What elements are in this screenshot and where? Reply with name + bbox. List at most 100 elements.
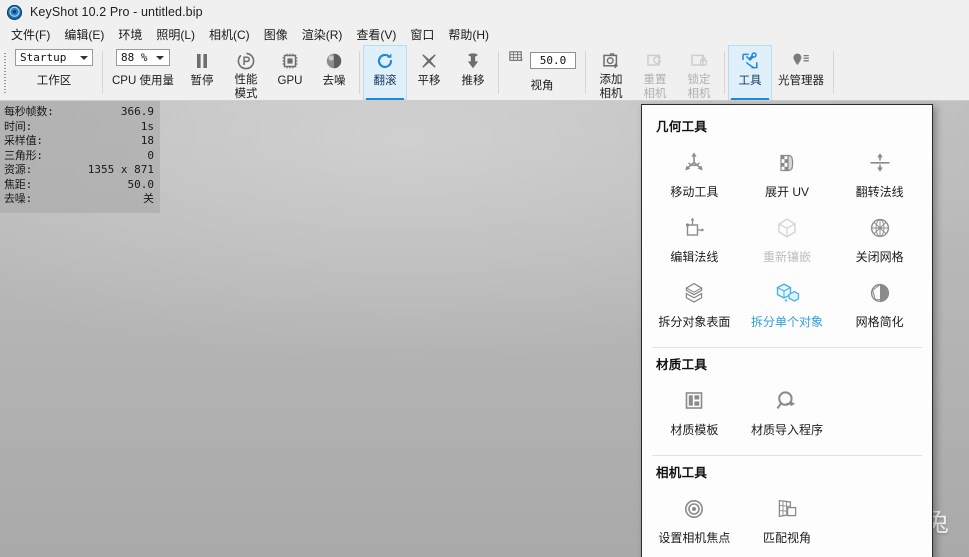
menu-file[interactable]: 文件(F) [4, 24, 57, 45]
tool-set-camera-focus[interactable]: 设置相机焦点 [648, 487, 741, 552]
tool-material-import-label: 材质导入程序 [750, 423, 823, 437]
toolbar-separator [832, 51, 834, 94]
performance-mode-label-line1: 性能 [234, 74, 258, 86]
workspace-selector[interactable]: Startup 工作区 [9, 45, 99, 100]
tool-edit-normals[interactable]: 编辑法线 [648, 206, 741, 271]
hud-row: 三角形: 0 [4, 149, 154, 164]
tool-match-perspective[interactable]: 匹配视角 [741, 487, 834, 552]
menu-lighting[interactable]: 照明(L) [149, 24, 202, 45]
cpu-usage-selector[interactable]: 88 % CPU 使用量 [106, 45, 180, 100]
split-single-object-icon [773, 278, 801, 308]
pan-icon [419, 49, 439, 73]
menu-help[interactable]: 帮助(H) [441, 24, 496, 45]
tool-flip-normals[interactable]: 翻转法线 [833, 141, 926, 206]
menu-window[interactable]: 窗口 [403, 24, 441, 45]
fov-grid-icon[interactable] [508, 49, 525, 71]
lock-camera-label-line2: 相机 [687, 87, 711, 100]
toolbar-separator [723, 51, 725, 94]
title-bar: KeyShot 10.2 Pro - untitled.bip [0, 0, 969, 24]
denoise-sphere-icon [324, 49, 344, 73]
keyshot-window: KeyShot 10.2 Pro - untitled.bip 文件(F) 编辑… [0, 0, 969, 557]
workspace-label: 工作区 [36, 75, 72, 87]
hud-key: 采样值: [4, 134, 43, 147]
tool-unwrap-uv-label: 展开 UV [764, 185, 809, 199]
add-camera-icon [601, 49, 621, 73]
chevron-down-icon[interactable] [77, 55, 90, 60]
tool-flip-normals-label: 翻转法线 [855, 185, 904, 199]
section-material-tools-title: 材质工具 [656, 358, 708, 372]
tool-split-object-surface[interactable]: 拆分对象表面 [648, 271, 741, 336]
dolly-button[interactable]: 推移 [451, 45, 495, 100]
hud-row: 去噪: 关 [4, 192, 154, 207]
performance-mode-button[interactable]: 性能 模式 [224, 45, 268, 100]
light-manager-label: 光管理器 [777, 75, 824, 87]
split-object-surface-icon [680, 278, 708, 308]
cpu-usage-value: 88 % [120, 51, 148, 64]
lock-camera-button[interactable]: 锁定 相机 [677, 45, 721, 100]
hud-value: 366.9 [120, 105, 154, 118]
pause-button[interactable]: 暂停 [180, 45, 224, 100]
menu-camera[interactable]: 相机(C) [202, 24, 257, 45]
fov-input[interactable]: 50.0 [529, 51, 576, 69]
main-toolbar: Startup 工作区 88 % CPU 使用量 暂停 性能 模式 GPU 去噪… [0, 45, 969, 101]
viewport-hud: 每秒帧数: 366.9 时间: 1s 采样值: 18 三角形: 0 资源: 13… [0, 101, 160, 213]
tool-mesh-simplify-label: 网格简化 [855, 315, 904, 329]
tool-close-mesh[interactable]: 关闭网格 [833, 206, 926, 271]
menu-edit[interactable]: 编辑(E) [57, 24, 111, 45]
add-camera-label-line2: 相机 [599, 87, 623, 100]
tool-split-single-object[interactable]: 拆分单个对象 [741, 271, 834, 336]
tool-edit-normals-label: 编辑法线 [670, 250, 719, 264]
tool-split-object-surface-label: 拆分对象表面 [658, 315, 731, 329]
tool-move[interactable]: 移动工具 [648, 141, 741, 206]
hud-row: 采样值: 18 [4, 134, 154, 149]
section-camera-tools-grid: 设置相机焦点 匹配视角 [642, 485, 932, 556]
tools-button[interactable]: 工具 [727, 45, 772, 100]
menu-render[interactable]: 渲染(R) [295, 24, 350, 45]
tool-close-mesh-label: 关闭网格 [855, 250, 904, 264]
chevron-down-icon[interactable] [154, 55, 167, 60]
toolbar-separator [497, 51, 499, 94]
tools-dropdown-panel: 几何工具 移动工具 展开 UV 翻转法线 编辑法线 重新镶嵌 关闭网格 拆分对象… [641, 104, 933, 557]
hud-key: 焦距: [4, 177, 33, 191]
section-divider [652, 347, 922, 348]
tool-material-import[interactable]: 材质导入程序 [741, 379, 834, 444]
tool-material-template[interactable]: 材质模板 [648, 379, 741, 444]
roll-button[interactable]: 翻滚 [362, 45, 407, 100]
light-manager-button[interactable]: 光管理器 [772, 45, 830, 100]
flip-normals-icon [866, 148, 894, 178]
section-divider [652, 455, 922, 456]
retessellate-icon [773, 213, 801, 243]
section-geometry-tools-grid: 移动工具 展开 UV 翻转法线 编辑法线 重新镶嵌 关闭网格 拆分对象表面 拆分… [642, 139, 932, 340]
workspace-value: Startup [20, 51, 67, 64]
hud-key: 每秒帧数: [4, 105, 54, 118]
menu-view[interactable]: 查看(V) [349, 24, 403, 45]
denoise-button[interactable]: 去噪 [312, 45, 356, 100]
reset-camera-button[interactable]: 重置 相机 [633, 45, 677, 100]
pause-icon [192, 49, 212, 73]
dolly-icon [463, 49, 483, 73]
toolbar-drag-handle[interactable] [0, 45, 9, 100]
lock-camera-icon [689, 49, 709, 73]
add-camera-button[interactable]: 添加 相机 [589, 45, 633, 100]
tool-retessellate-label: 重新镶嵌 [762, 250, 811, 264]
hud-key: 三角形: [4, 148, 43, 162]
tool-unwrap-uv[interactable]: 展开 UV [741, 141, 834, 206]
window-title: KeyShot 10.2 Pro - untitled.bip [30, 5, 203, 19]
fov-control[interactable]: 50.0 视角 [502, 45, 582, 100]
reset-camera-label-line1: 重置 [643, 74, 667, 86]
performance-mode-label-line2: 模式 [234, 87, 258, 100]
set-camera-focus-icon [680, 494, 708, 524]
tool-retessellate[interactable]: 重新镶嵌 [741, 206, 834, 271]
menu-image[interactable]: 图像 [257, 24, 295, 45]
mesh-simplify-icon [866, 278, 894, 308]
performance-mode-icon [236, 49, 256, 73]
section-geometry-tools-title: 几何工具 [656, 120, 708, 134]
hud-key: 时间: [4, 119, 33, 133]
fov-label: 视角 [530, 80, 554, 92]
menu-environment[interactable]: 环境 [111, 24, 149, 45]
hud-row: 时间: 1s [4, 120, 154, 135]
tools-label: 工具 [738, 75, 762, 87]
tool-mesh-simplify[interactable]: 网格简化 [833, 271, 926, 336]
gpu-button[interactable]: GPU [268, 45, 312, 100]
pan-button[interactable]: 平移 [407, 45, 451, 100]
